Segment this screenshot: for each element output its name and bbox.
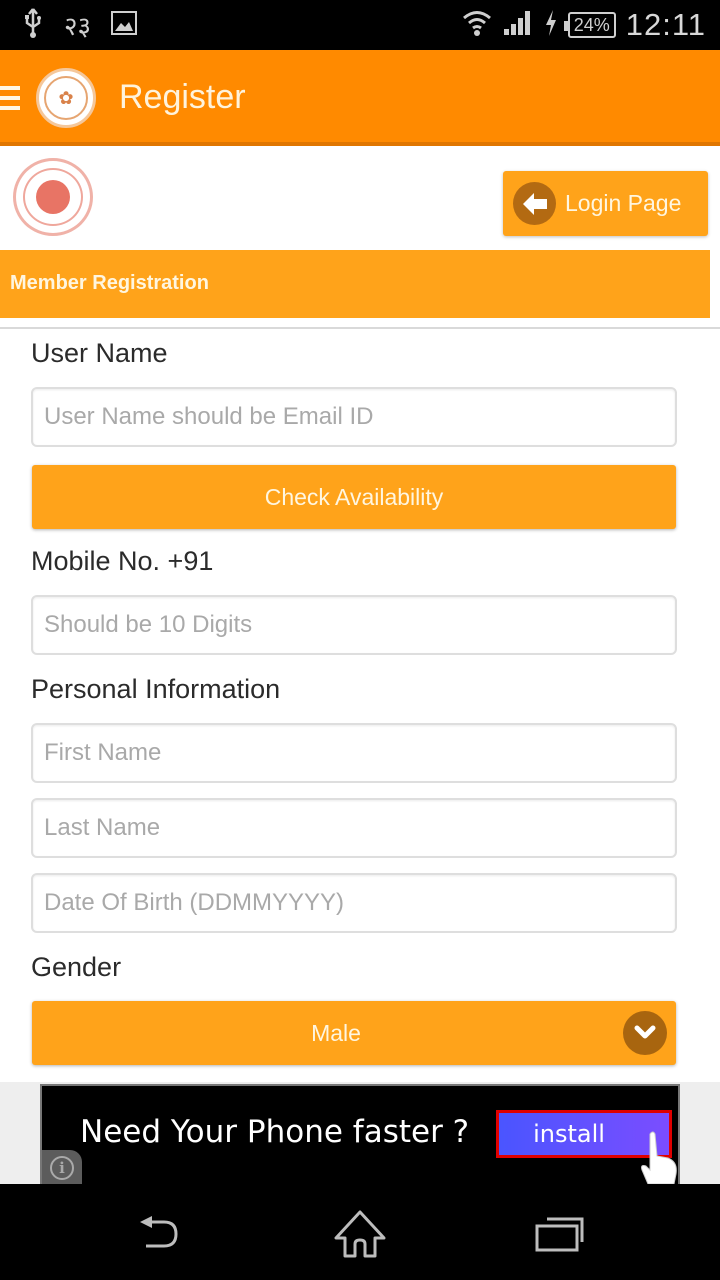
wifi-icon (462, 9, 492, 42)
app-logo: ✿ (36, 68, 96, 128)
back-button[interactable] (124, 1204, 194, 1264)
last-name-input[interactable] (31, 798, 677, 858)
battery-icon: 24% (563, 12, 616, 38)
menu-icon[interactable] (0, 86, 20, 110)
check-availability-button[interactable]: Check Availability (32, 465, 676, 529)
login-page-button[interactable]: Login Page (503, 171, 708, 236)
gender-label: Gender (31, 952, 122, 982)
battery-percent: 24% (573, 14, 610, 35)
section-title: Member Registration (10, 272, 209, 294)
ad-headline: Need Your Phone faster ? (80, 1114, 470, 1150)
first-name-input[interactable] (31, 723, 677, 783)
signal-icon (502, 9, 534, 42)
system-nav-bar (0, 1184, 720, 1280)
status-bar: २३ 24% 12:11 (0, 0, 720, 50)
ksrtc-emblem-icon: ✿ (44, 76, 88, 120)
gender-select[interactable]: Male (32, 1001, 676, 1065)
chevron-down-icon (623, 1011, 667, 1055)
ad-install-label: install (533, 1120, 605, 1148)
recent-apps-button[interactable] (525, 1204, 595, 1264)
clock: 12:11 (625, 7, 706, 42)
username-label: User Name (31, 338, 168, 368)
personal-info-label: Personal Information (31, 674, 281, 704)
gender-selected-value: Male (311, 1019, 361, 1046)
recent-apps-icon (535, 1217, 584, 1252)
mobile-label: Mobile No. +91 (31, 546, 214, 576)
ad-info-button[interactable]: i (42, 1150, 82, 1186)
check-availability-label: Check Availability (264, 483, 444, 510)
back-icon (140, 1216, 178, 1248)
section-header: Member Registration (0, 250, 710, 318)
mobile-input[interactable] (31, 595, 677, 655)
home-icon (334, 1210, 386, 1258)
ksrtc-seal-logo (13, 158, 93, 236)
home-button[interactable] (325, 1204, 395, 1264)
info-icon: i (50, 1156, 74, 1180)
usb-icon (22, 7, 44, 44)
page-title: Register (119, 78, 246, 116)
charging-icon (544, 9, 558, 42)
divider (0, 327, 720, 329)
notification-icon: २३ (64, 12, 92, 42)
pointing-hand-icon (638, 1130, 678, 1185)
app-bar: ✿ Register (0, 50, 720, 146)
dob-input[interactable] (31, 873, 677, 933)
arrow-left-icon (513, 182, 556, 225)
login-page-label: Login Page (565, 190, 682, 216)
image-icon (111, 10, 138, 40)
username-input[interactable] (31, 387, 677, 447)
ad-banner[interactable]: Need Your Phone faster ? install i (40, 1084, 680, 1186)
